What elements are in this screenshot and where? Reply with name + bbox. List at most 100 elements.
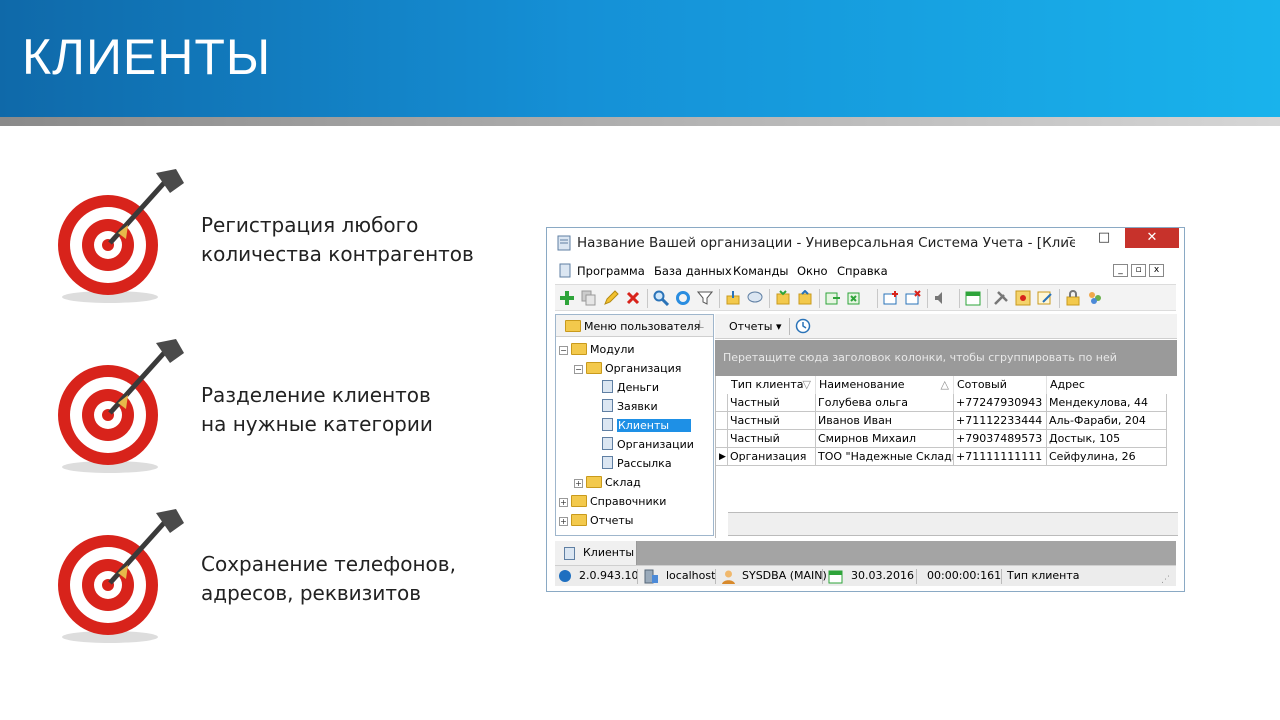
tree-label: Склад xyxy=(605,476,641,489)
status-separator xyxy=(637,569,638,584)
menu-commands[interactable]: Команды xyxy=(733,264,788,278)
tree-node-requests[interactable]: Заявки xyxy=(602,398,658,416)
search-icon[interactable] xyxy=(653,290,669,306)
export-icon[interactable] xyxy=(725,290,741,306)
bullet-line: на нужные категории xyxy=(201,412,433,436)
panel-header: Меню пользователя ⊥ xyxy=(556,315,713,337)
row-indicator xyxy=(716,412,728,430)
column-header-name[interactable]: Наименование △ xyxy=(816,376,954,394)
add-icon[interactable] xyxy=(559,290,575,306)
cell-client-type: Частный xyxy=(728,394,816,412)
tools-icon[interactable] xyxy=(993,290,1009,306)
window-title: Название Вашей организации - Универсальн… xyxy=(577,235,1075,251)
mdi-close-button[interactable]: x xyxy=(1149,264,1164,277)
resize-grip-icon[interactable]: ⋰ xyxy=(1161,570,1170,590)
column-header-client-type[interactable]: Тип клиента ▽ xyxy=(728,376,816,394)
toolbar-separator xyxy=(959,289,960,308)
tree-node-warehouse[interactable]: + Склад xyxy=(574,474,641,492)
menu-window[interactable]: Окно xyxy=(797,264,828,278)
mdi-restore-button[interactable]: ▫ xyxy=(1131,264,1146,277)
pin-icon[interactable]: ⊥ xyxy=(695,318,705,331)
edit-icon[interactable] xyxy=(603,290,619,306)
tree-label: Отчеты xyxy=(590,514,634,527)
cell-mobile: +77247930943 xyxy=(954,394,1047,412)
tree-label: Организации xyxy=(617,438,694,451)
calendar-icon[interactable] xyxy=(965,290,981,306)
expand-icon[interactable]: + xyxy=(559,498,568,507)
toolbar-separator xyxy=(719,289,720,308)
status-separator xyxy=(916,569,917,584)
table-icon xyxy=(602,399,613,412)
tree-label: Рассылка xyxy=(617,457,672,470)
export-excel-icon[interactable] xyxy=(847,290,863,306)
cell-client-type: Частный xyxy=(728,412,816,430)
refresh-icon[interactable] xyxy=(675,290,691,306)
sound-icon[interactable] xyxy=(933,290,949,306)
cell-name: ТОО "Надежные Склады" xyxy=(816,448,954,466)
tree-node-clients[interactable]: Клиенты xyxy=(602,417,692,435)
map-icon[interactable] xyxy=(1015,290,1031,306)
delete-icon[interactable] xyxy=(625,290,641,306)
minimize-button[interactable]: – xyxy=(1055,228,1085,248)
status-separator xyxy=(1001,569,1002,584)
clock-icon[interactable] xyxy=(795,318,811,334)
cell-mobile: +71112233444 xyxy=(954,412,1047,430)
close-button[interactable]: ✕ xyxy=(1125,228,1179,248)
toolbar-separator xyxy=(1059,289,1060,308)
header-divider xyxy=(0,117,1280,126)
sort-down-icon[interactable] xyxy=(797,290,813,306)
title-bar[interactable]: Название Вашей организации - Универсальн… xyxy=(547,228,1184,258)
user-icon xyxy=(722,570,735,584)
lock-icon[interactable] xyxy=(1065,290,1081,306)
tree-node-reports[interactable]: + Отчеты xyxy=(559,512,633,530)
server-icon xyxy=(644,569,658,584)
close-window-icon[interactable] xyxy=(905,290,921,306)
collapse-icon[interactable]: − xyxy=(559,346,568,355)
status-time: 00:00:00:161 xyxy=(927,569,1002,582)
expand-icon[interactable]: + xyxy=(574,479,583,488)
bullet-contacts: Сохранение телефонов, адресов, реквизито… xyxy=(201,550,456,608)
cell-name: Иванов Иван xyxy=(816,412,954,430)
tree-node-directories[interactable]: + Справочники xyxy=(559,493,666,511)
notes-icon[interactable] xyxy=(1037,290,1053,306)
status-version: 2.0.943.10 xyxy=(579,569,639,582)
tree-label: Модули xyxy=(590,343,635,356)
tree-node-organizations[interactable]: Организации xyxy=(602,436,694,454)
menu-database[interactable]: База данных xyxy=(654,264,732,278)
column-header-mobile[interactable]: Сотовый xyxy=(954,376,1047,394)
menu-help[interactable]: Справка xyxy=(837,264,888,278)
tab-clients[interactable]: Клиенты xyxy=(555,541,637,565)
tree-node-mailing[interactable]: Рассылка xyxy=(602,455,672,473)
filter-icon[interactable]: ▽ xyxy=(803,376,811,394)
maximize-button[interactable]: □ xyxy=(1087,228,1121,248)
comment-icon[interactable] xyxy=(747,290,763,306)
column-header-address[interactable]: Адрес xyxy=(1047,376,1167,394)
filter-icon[interactable] xyxy=(697,290,713,306)
cell-address: Мендекулова, 44 xyxy=(1047,394,1167,412)
import-icon[interactable] xyxy=(825,290,841,306)
reports-dropdown[interactable]: Отчеты ▾ xyxy=(729,320,781,333)
tree-node-organization[interactable]: − Организация xyxy=(574,360,681,378)
column-label: Тип клиента xyxy=(731,378,804,391)
status-bar: 2.0.943.10 localhost SYSDBA (MAIN) 30.03… xyxy=(555,565,1176,586)
tree-node-modules[interactable]: − Модули xyxy=(559,341,635,359)
column-label: Сотовый xyxy=(957,378,1007,391)
copy-icon[interactable] xyxy=(581,290,597,306)
expand-icon[interactable]: + xyxy=(559,517,568,526)
cell-client-type: Организация xyxy=(728,448,816,466)
folder-icon xyxy=(586,362,602,374)
user-menu-panel: Меню пользователя ⊥ − Модули − Организация… xyxy=(555,314,714,536)
tree-node-money[interactable]: Деньги xyxy=(602,379,659,397)
group-by-area[interactable]: Перетащите сюда заголовок колонки, чтобы… xyxy=(715,340,1177,376)
new-window-icon[interactable] xyxy=(883,290,899,306)
collapse-icon[interactable]: − xyxy=(574,365,583,374)
table-icon xyxy=(602,437,613,450)
reports-toolbar: Отчеты ▾ xyxy=(715,314,1177,339)
chevron-down-icon: ▾ xyxy=(775,320,782,333)
menu-program[interactable]: Программа xyxy=(577,264,645,278)
folder-icon xyxy=(586,476,602,488)
bullet-registration: Регистрация любого количества контрагент… xyxy=(201,211,474,269)
sort-up-icon[interactable] xyxy=(775,290,791,306)
mdi-minimize-button[interactable]: _ xyxy=(1113,264,1128,277)
users-icon[interactable] xyxy=(1087,290,1103,306)
